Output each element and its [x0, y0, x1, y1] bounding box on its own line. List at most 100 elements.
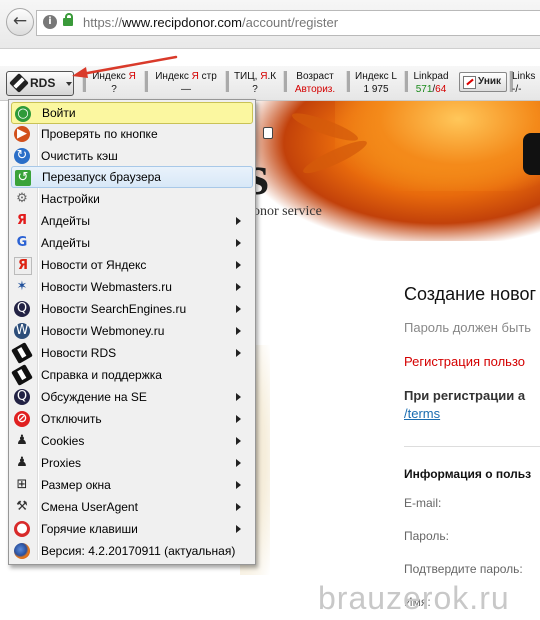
- metric-tic[interactable]: ТИЦ, Я.К ?: [230, 70, 280, 96]
- check-on-button-icon: ▶: [14, 126, 30, 142]
- lock-icon[interactable]: [63, 13, 73, 26]
- submenu-arrow-icon: [236, 305, 241, 313]
- menu-item-login[interactable]: ○ Войти: [11, 102, 253, 124]
- disable-icon: ⊘: [14, 411, 30, 427]
- menu-item-updates-google[interactable]: G Апдейты: [11, 232, 251, 254]
- metric-index-l[interactable]: Индекс L 1 975: [351, 70, 401, 96]
- yandex-icon: Я: [16, 213, 27, 228]
- menu-item-useragent[interactable]: ⚒ Смена UserAgent: [11, 496, 251, 518]
- unik-button[interactable]: Уник: [459, 72, 507, 92]
- menu-item-hotkeys[interactable]: ● Горячие клавиши: [11, 518, 251, 540]
- menu-item-label: Cookies: [41, 434, 85, 448]
- menu-item-label: Войти: [42, 106, 76, 120]
- chevron-down-icon: [66, 82, 72, 86]
- menu-item-updates-yandex[interactable]: Я Апдейты: [11, 210, 251, 232]
- user-icon: ♟: [16, 433, 28, 448]
- metric-label: Linkpad: [413, 71, 449, 82]
- searchengines-icon: Q: [14, 301, 30, 317]
- menu-item-news-rds[interactable]: ▮ Новости RDS: [11, 342, 251, 364]
- rds-logo-icon: [9, 73, 29, 93]
- google-icon: G: [16, 235, 28, 250]
- metric-linkpad[interactable]: Linkpad 571/64: [408, 70, 454, 96]
- crop-icon: ⊞: [16, 477, 28, 492]
- submenu-arrow-icon: [236, 283, 241, 291]
- toolbar-separator: [225, 71, 229, 92]
- menu-item-news-webmasters[interactable]: ✶ Новости Webmasters.ru: [11, 276, 251, 298]
- rds-button-label: RDS: [30, 76, 56, 90]
- url-field[interactable]: i https://www.recipdonor.com/account/reg…: [36, 10, 540, 36]
- menu-item-cookies[interactable]: ♟ Cookies: [11, 430, 251, 452]
- unik-label: Уник: [478, 76, 502, 87]
- menu-item-proxies[interactable]: ♟ Proxies: [11, 452, 251, 474]
- menu-item-clear-cache[interactable]: ↻ Очистить кэш: [11, 145, 251, 167]
- registration-notice: Регистрация пользо: [404, 354, 525, 369]
- password-hint: Пароль должен быть: [404, 320, 532, 335]
- menu-item-label: Очистить кэш: [41, 149, 118, 163]
- metric-value: ?: [252, 84, 258, 95]
- metric-links[interactable]: Links -/-: [512, 70, 540, 96]
- submenu-arrow-icon: [236, 437, 241, 445]
- firefox-icon: [14, 543, 30, 559]
- metric-label: Индекс L: [355, 71, 397, 82]
- menu-item-label: Горячие клавиши: [41, 522, 138, 536]
- menu-item-label: Отключить: [41, 412, 102, 426]
- url-scheme: https://: [83, 15, 123, 30]
- submenu-arrow-icon: [236, 261, 241, 269]
- metric-label-after: .К: [267, 71, 277, 82]
- login-key-icon: ○: [15, 106, 31, 122]
- gear-icon: ⚙: [16, 191, 28, 206]
- metric-value: 1 975: [363, 84, 389, 95]
- metric-age[interactable]: Возраст Авториз.: [289, 70, 341, 96]
- url-host: www.recipdonor.com: [122, 15, 242, 30]
- back-arrow-icon[interactable]: ←: [6, 8, 34, 36]
- menu-item-help[interactable]: ▮ Справка и поддержка: [11, 364, 251, 386]
- clear-cache-icon: ↻: [14, 148, 30, 164]
- terms-link[interactable]: /terms: [404, 406, 440, 421]
- rds-menu-button[interactable]: RDS: [6, 71, 74, 96]
- submenu-arrow-icon: [236, 393, 241, 401]
- menu-item-label: Новости SearchEngines.ru: [41, 302, 187, 316]
- terms-intro: При регистрации а: [404, 388, 526, 403]
- menu-item-restart-browser[interactable]: ↺ Перезапуск браузера: [11, 166, 253, 188]
- menu-item-se-discussion[interactable]: Q Обсуждение на SE: [11, 386, 251, 408]
- menu-item-disable[interactable]: ⊘ Отключить: [11, 408, 251, 430]
- menu-item-settings[interactable]: ⚙ Настройки: [11, 188, 251, 210]
- divider: [404, 446, 540, 447]
- menu-item-label: Апдейты: [41, 214, 91, 228]
- menu-item-label: Обсуждение на SE: [41, 390, 147, 404]
- watermark: brauzerok.ru: [318, 580, 510, 616]
- submenu-arrow-icon: [236, 327, 241, 335]
- menu-item-label: Размер окна: [41, 478, 111, 492]
- browser-address-bar: ← i https://www.recipdonor.com/account/r…: [0, 0, 540, 49]
- menu-item-label: Апдейты: [41, 236, 91, 250]
- metric-value: -/-: [512, 84, 522, 95]
- submenu-arrow-icon: [236, 525, 241, 533]
- menu-item-window-size[interactable]: ⊞ Размер окна: [11, 474, 251, 496]
- submenu-arrow-icon: [236, 459, 241, 467]
- confirm-password-label: Подтвердите пароль:: [404, 562, 523, 576]
- submenu-arrow-icon: [236, 239, 241, 247]
- menu-item-news-searchengines[interactable]: Q Новости SearchEngines.ru: [11, 298, 251, 320]
- metric-label: Links: [512, 71, 536, 82]
- menu-item-label: Новости Webmasters.ru: [41, 280, 172, 294]
- url-text: https://www.recipdonor.com/account/regis…: [83, 15, 338, 30]
- menu-item-label: Справка и поддержка: [41, 368, 162, 382]
- page-title: Создание новог: [404, 284, 537, 304]
- submenu-arrow-icon: [236, 217, 241, 225]
- menu-item-news-webmoney[interactable]: W Новости Webmoney.ru: [11, 320, 251, 342]
- menu-item-version[interactable]: Версия: 4.2.20170911 (актуальная): [11, 540, 251, 562]
- menu-item-news-yandex[interactable]: Я Новости от Яндекс: [11, 254, 251, 276]
- menu-item-label: Новости Webmoney.ru: [41, 324, 165, 338]
- header-splash-graphic: [335, 101, 540, 191]
- annotation-arrow-icon: [72, 55, 178, 78]
- rds-help-icon: ▮: [11, 364, 33, 386]
- metric-value-red: 64: [435, 84, 447, 95]
- submenu-arrow-icon: [236, 481, 241, 489]
- info-icon[interactable]: i: [43, 15, 57, 29]
- metric-value: —: [181, 84, 191, 95]
- menu-item-check-on-button[interactable]: ▶ Проверять по кнопке: [11, 123, 251, 145]
- menu-item-label: Новости от Яндекс: [41, 258, 147, 272]
- se-forum-icon: Q: [14, 389, 30, 405]
- clipboard-icon: [263, 127, 273, 139]
- menu-item-label: Proxies: [41, 456, 82, 470]
